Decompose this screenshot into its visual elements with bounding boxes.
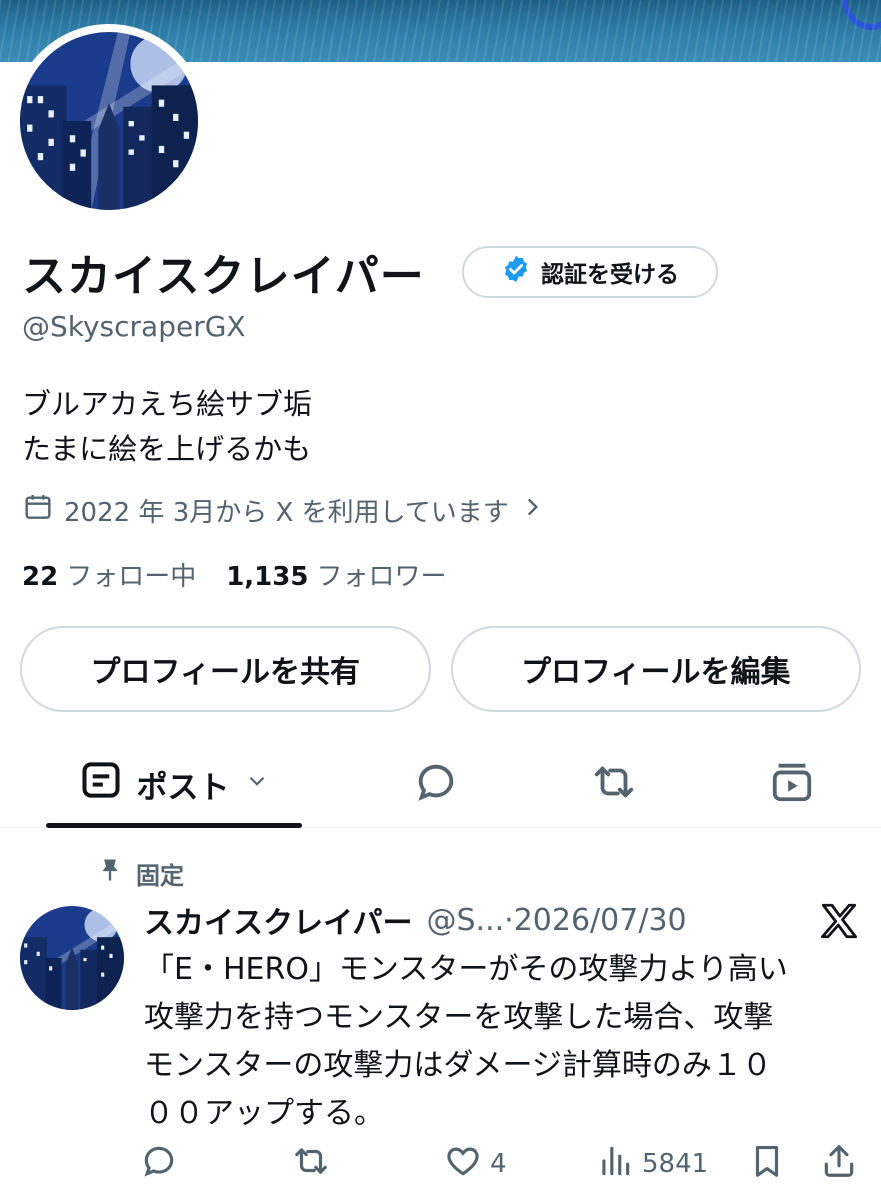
share-profile-button[interactable]: プロフィールを共有 [20,626,431,712]
profile-page: スカイスクレイパー 認証を受ける @SkyscraperGX ブルアカえち絵サブ… [0,0,881,1200]
following-count: 22 [22,561,59,592]
tab-media[interactable] [768,760,816,808]
reply-button[interactable] [140,1140,178,1188]
banner-decoration [841,0,881,30]
pin-icon [96,856,124,890]
tweet-text-line: モンスターの攻撃力はダメージ計算時のみ１０ [144,1048,772,1083]
tweet-text-line: 「E・HERO」モンスターがその攻撃力より高い [144,952,788,987]
profile-bio: ブルアカえち絵サブ垢 たまに絵を上げるかも [22,382,312,472]
profile-handle: @SkyscraperGX [22,310,246,343]
tab-posts[interactable]: ポスト [46,740,302,828]
x-logo-icon [818,900,860,942]
followers-label: フォロワー [316,561,447,592]
bio-line: たまに絵を上げるかも [22,432,312,466]
view-count: 5841 [642,1149,709,1179]
profile-avatar[interactable] [12,24,206,218]
repost-icon [292,1142,330,1187]
tab-posts-label: ポスト [136,769,230,806]
followers-link[interactable]: 1,135 フォロワー [226,556,446,593]
bookmark-icon [748,1142,786,1187]
tweet-actions: 4 5841 [0,1140,881,1188]
media-icon [769,759,815,809]
chevron-down-icon [244,766,270,802]
profile-actions: プロフィールを共有 プロフィールを編集 [20,626,861,712]
profile-tabs: ポスト [0,740,881,828]
edit-profile-button[interactable]: プロフィールを編集 [450,626,861,712]
pinned-label: 固定 [136,861,184,890]
tab-reposts[interactable] [590,760,638,808]
views-chart-icon [596,1142,634,1187]
heart-icon [444,1142,482,1187]
tweet-author-avatar[interactable] [20,906,124,1010]
tweet-header: スカイスクレイパー @S... · 2026/07/30 [144,898,687,942]
get-verified-label: 認証を受ける [541,262,679,288]
tweet-text-line: ００アップする。 [144,1096,384,1131]
tweet-author-name[interactable]: スカイスクレイパー [144,898,413,942]
active-tab-indicator [46,823,302,828]
followers-count: 1,135 [226,561,309,592]
avatar-image [20,32,198,210]
replies-icon [413,759,459,809]
like-button[interactable]: 4 [444,1140,507,1188]
views-button[interactable]: 5841 [596,1140,708,1188]
joined-label: 2022 年 3月から X を利用しています [64,497,509,528]
repost-button[interactable] [292,1140,330,1188]
tweet-author-handle[interactable]: @S... [427,903,505,938]
tweet-date[interactable]: 2026/07/30 [514,903,687,938]
bookmark-button[interactable] [748,1140,786,1188]
posts-icon [79,758,123,810]
following-link[interactable]: 22 フォロー中 [22,556,196,593]
display-name: スカイスクレイパー [22,251,425,302]
tweet-separator: · [504,902,514,938]
joined-date[interactable]: 2022 年 3月から X を利用しています [22,490,545,530]
tab-replies[interactable] [412,760,460,808]
follow-stats: 22 フォロー中 1,135 フォロワー [22,554,446,594]
share-button[interactable] [820,1140,858,1188]
pinned-indicator: 固定 [96,854,184,892]
share-icon [820,1142,858,1187]
chevron-right-icon [519,494,545,527]
tweet-text: 「E・HERO」モンスターがその攻撃力より高い 攻撃力を持つモンスターを攻撃した… [144,946,864,1138]
reposts-icon [591,759,637,809]
reply-icon [140,1142,178,1187]
get-verified-button[interactable]: 認証を受ける [462,246,718,298]
verified-badge-icon [501,254,531,290]
calendar-icon [22,491,54,530]
tweet-text-line: 攻撃力を持つモンスターを攻撃した場合、攻撃 [144,1000,774,1035]
bio-line: ブルアカえち絵サブ垢 [22,387,313,421]
like-count: 4 [490,1149,507,1179]
following-label: フォロー中 [66,561,197,592]
